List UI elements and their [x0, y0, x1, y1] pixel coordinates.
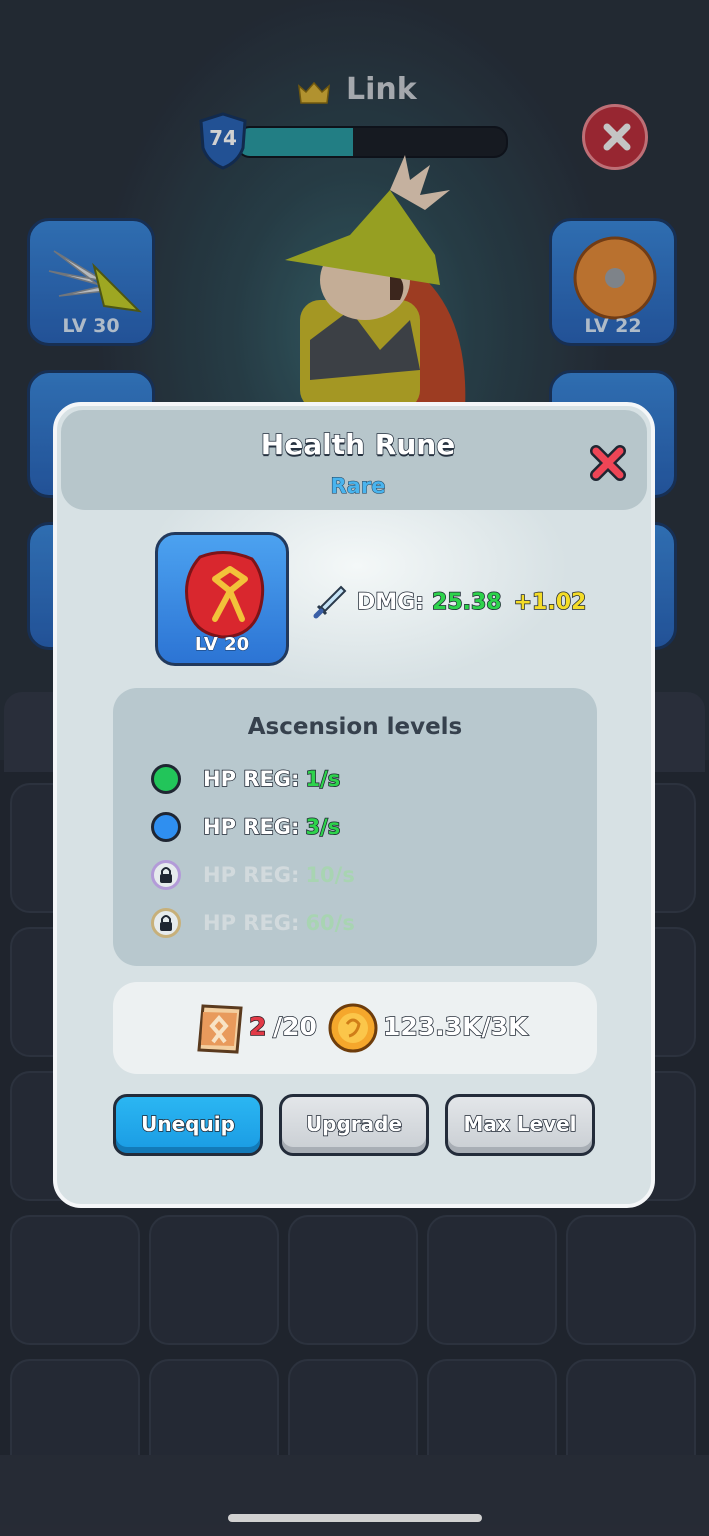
- ascension-label: HP REG:: [202, 814, 300, 840]
- ascension-status-dot: [151, 812, 181, 842]
- dialog-header: Health Rune Rare: [61, 410, 647, 510]
- ascension-label: HP REG:: [202, 766, 300, 792]
- health-rune-icon: [185, 551, 265, 639]
- lock-icon: [151, 860, 181, 890]
- ascension-label: HP REG:: [203, 911, 300, 935]
- unequip-button[interactable]: Unequip: [113, 1094, 263, 1156]
- sword-icon: [313, 585, 347, 619]
- ascension-status-dot: [151, 764, 181, 794]
- scrolls-owned: 2: [248, 1011, 267, 1042]
- ascension-value: 60/s: [305, 911, 355, 935]
- item-detail-dialog: Health Rune Rare LV 20 DMG: 25.38 +1.02 …: [53, 402, 655, 1208]
- rune-scroll-icon: [197, 1004, 243, 1054]
- ascension-value: 10/s: [305, 863, 355, 887]
- ascension-value: 1/s: [305, 766, 341, 792]
- dialog-close-button[interactable]: [589, 444, 627, 482]
- lock-icon: [151, 908, 181, 938]
- gold-coin-icon: [328, 1003, 378, 1053]
- stat-label: DMG:: [356, 589, 425, 616]
- ascension-panel: Ascension levels HP REG: 1/s HP REG: 3/s…: [113, 688, 597, 966]
- scrolls-required: /20: [272, 1011, 317, 1042]
- item-stat: DMG: 25.38 +1.02: [313, 582, 587, 622]
- stat-bonus: +1.02: [513, 589, 587, 616]
- stat-value: 25.38: [431, 589, 502, 616]
- item-rarity: Rare: [330, 474, 386, 499]
- ascension-value: 3/s: [305, 814, 341, 840]
- item-icon-tile: LV 20: [155, 532, 289, 666]
- ascension-level-1: HP REG: 1/s: [151, 761, 341, 797]
- gold-cost: 123.3K/3K: [382, 1011, 528, 1042]
- dialog-title: Health Rune: [260, 427, 456, 462]
- max-level-button[interactable]: Max Level: [445, 1094, 595, 1156]
- ascension-title: Ascension levels: [247, 714, 463, 740]
- item-level: LV 20: [194, 634, 250, 656]
- ascension-level-3: HP REG: 10/s: [151, 857, 355, 893]
- ascension-level-4: HP REG: 60/s: [151, 905, 355, 941]
- ascension-label: HP REG:: [203, 863, 300, 887]
- upgrade-button[interactable]: Upgrade: [279, 1094, 429, 1156]
- ascension-level-2: HP REG: 3/s: [151, 809, 341, 845]
- upgrade-cost-panel: 2 /20 123.3K/3K: [113, 982, 597, 1074]
